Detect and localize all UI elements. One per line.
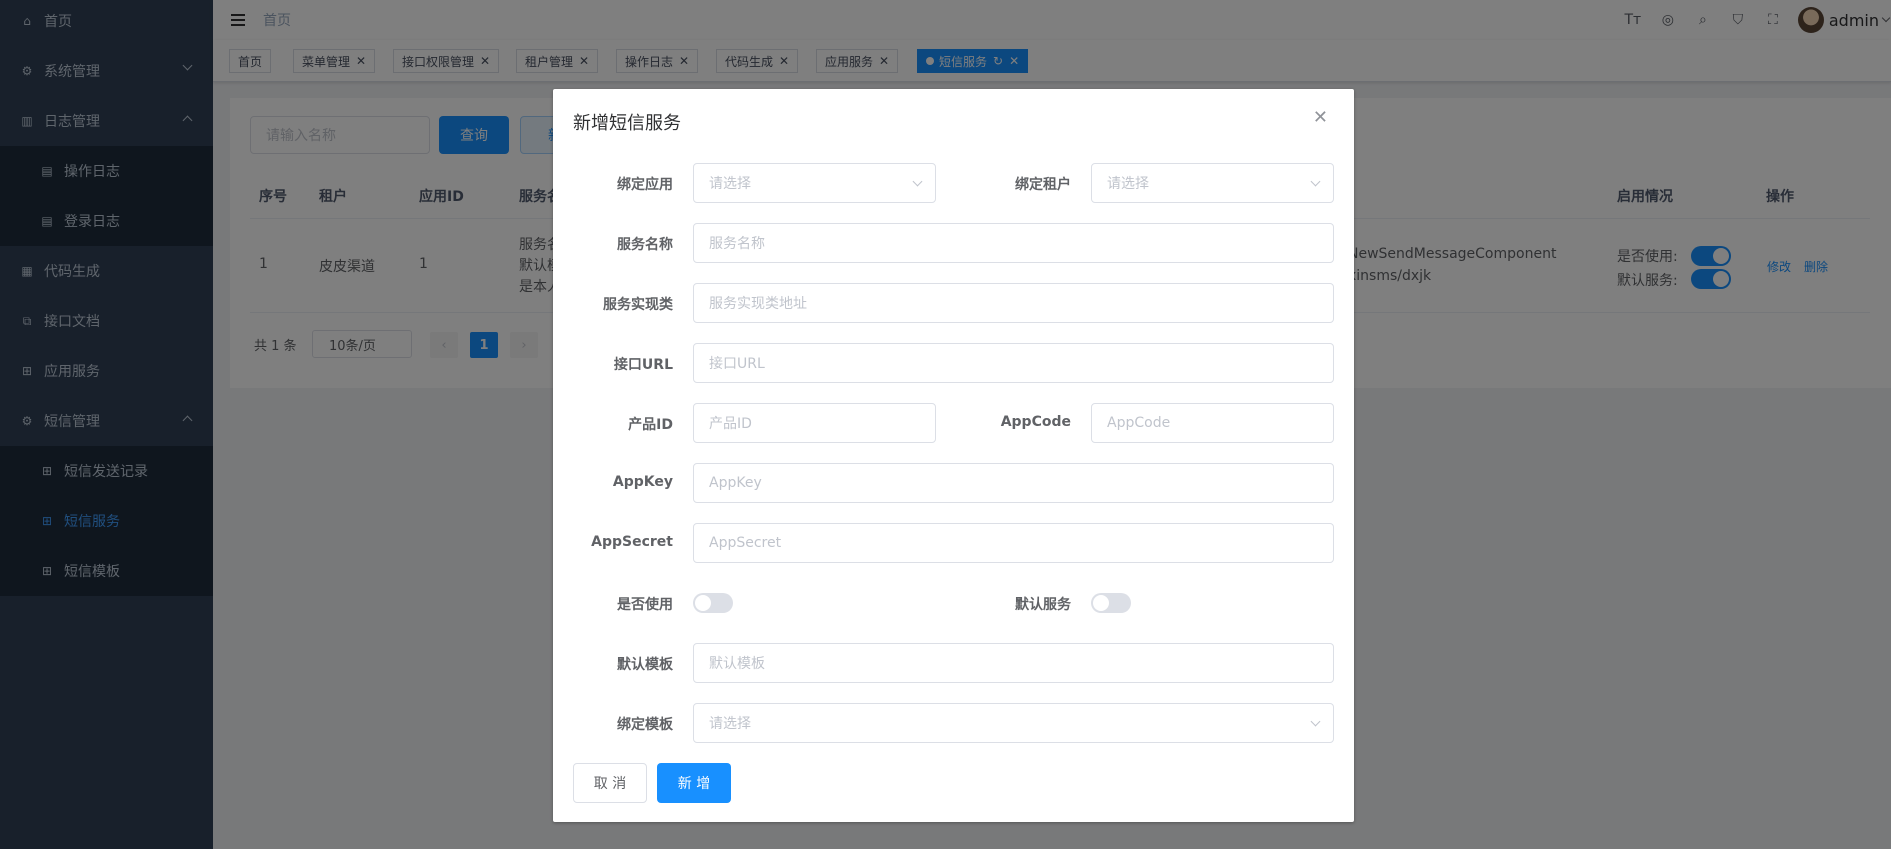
cancel-button[interactable]: 取 消 [573,763,647,803]
app-code-label: AppCode [1000,414,1071,430]
app-key-input[interactable]: AppKey [693,463,1334,503]
app-secret-input[interactable]: AppSecret [693,523,1334,563]
bind-tenant-label: 绑定租户 [1015,177,1071,193]
bind-app-select[interactable]: 请选择 [693,163,936,203]
api-url-input[interactable]: 接口URL [693,343,1334,383]
service-name-input[interactable]: 服务名称 [693,223,1334,263]
chevron-down-icon [1310,176,1321,187]
is-default-switch[interactable] [1091,593,1131,613]
is-enabled-label: 是否使用 [617,597,673,613]
chevron-down-icon [912,176,923,187]
default-template-input[interactable]: 默认模板 [693,643,1334,683]
product-id-input[interactable]: 产品ID [693,403,936,443]
submit-button[interactable]: 新 增 [657,763,731,803]
select-placeholder: 请选择 [709,176,751,192]
bind-template-select[interactable]: 请选择 [693,703,1334,743]
service-name-label: 服务名称 [617,237,673,253]
bind-app-label: 绑定应用 [617,177,673,193]
add-sms-service-dialog: 新增短信服务 ✕ 绑定应用 请选择 绑定租户 请选择 服务名称 服务名称 服务实… [553,89,1354,822]
is-enabled-switch[interactable] [693,593,733,613]
chevron-down-icon [1310,716,1321,727]
app-secret-label: AppSecret [591,534,673,550]
service-impl-input[interactable]: 服务实现类地址 [693,283,1334,323]
default-template-label: 默认模板 [617,657,673,673]
select-placeholder: 请选择 [709,716,751,732]
product-id-label: 产品ID [628,417,673,433]
app-code-input[interactable]: AppCode [1091,403,1334,443]
api-url-label: 接口URL [613,357,673,373]
service-impl-label: 服务实现类 [603,297,673,313]
app-key-label: AppKey [612,474,673,490]
bind-template-label: 绑定模板 [617,717,673,733]
dialog-title: 新增短信服务 [573,113,681,134]
is-default-label: 默认服务 [1015,597,1071,613]
bind-tenant-select[interactable]: 请选择 [1091,163,1334,203]
close-icon[interactable]: ✕ [1313,107,1328,128]
select-placeholder: 请选择 [1107,176,1149,192]
